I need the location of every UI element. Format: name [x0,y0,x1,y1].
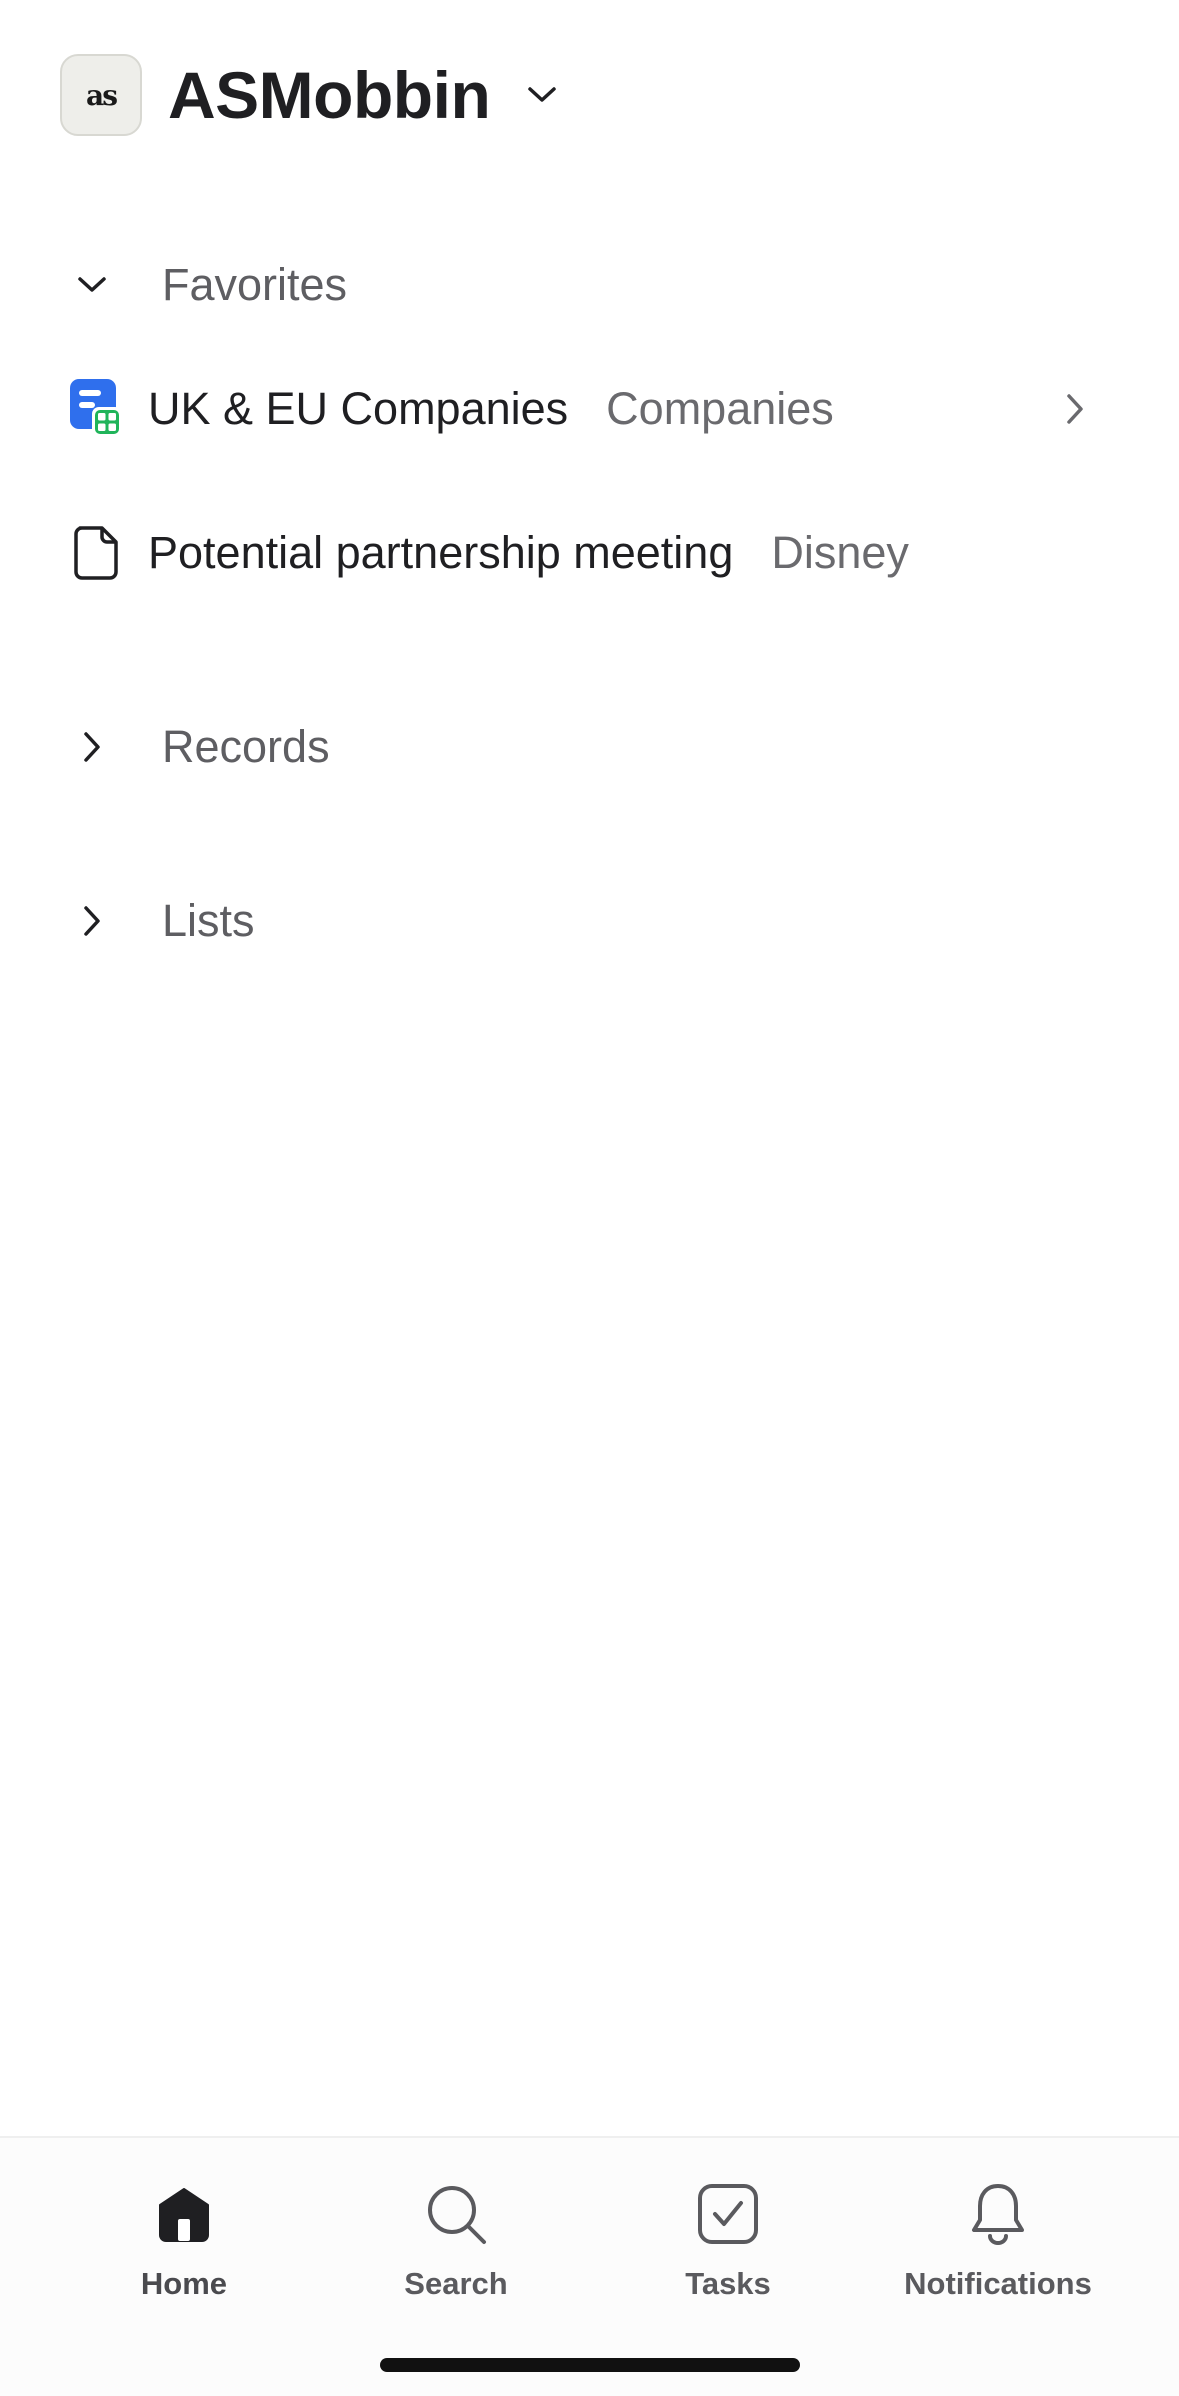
tab-label: Tasks [685,2266,771,2301]
favorite-item-title: UK & EU Companies [148,383,569,434]
favorite-item-subtitle: Disney [771,527,909,578]
favorite-item-subtitle: Companies [606,383,834,434]
tab-label: Home [140,2266,228,2301]
home-indicator [380,2358,800,2372]
chevron-right-icon[interactable] [72,901,112,941]
section-records-header[interactable]: Records [72,712,330,782]
bell-icon [958,2174,1038,2254]
favorite-item-partnership-meeting[interactable]: Potential partnership meeting Disney [68,508,1119,598]
tab-search[interactable]: Search [336,2174,576,2302]
tasks-icon [688,2174,768,2254]
section-lists-header[interactable]: Lists [72,886,255,956]
section-favorites-header[interactable]: Favorites [72,250,347,320]
chevron-right-icon[interactable] [1055,389,1095,429]
chevron-down-icon[interactable] [72,265,112,305]
document-icon [68,521,124,585]
workspace-name: ASMobbin [168,58,491,132]
home-icon [144,2174,224,2254]
chevron-right-icon[interactable] [72,727,112,767]
workspace-logo-text: as [86,78,118,112]
tab-bar: Home Search Tasks Notifications [0,2136,1179,2396]
app-screen: as ASMobbin Favorites UK & EU Companies … [0,0,1179,2396]
favorite-item-uk-eu-companies[interactable]: UK & EU Companies Companies [68,364,1119,454]
section-lists-label: Lists [162,895,255,946]
section-favorites-label: Favorites [162,259,348,310]
workspace-logo: as [60,54,142,136]
tab-label: Notifications [904,2266,1092,2301]
tab-notifications[interactable]: Notifications [878,2174,1118,2302]
tab-home[interactable]: Home [64,2174,304,2302]
chevron-down-icon[interactable] [524,77,560,113]
tab-label: Search [404,2266,508,2301]
tab-tasks[interactable]: Tasks [608,2174,848,2302]
search-icon [416,2174,496,2254]
favorite-item-title: Potential partnership meeting [148,527,734,578]
list-companies-icon [68,377,124,441]
workspace-switcher[interactable]: as ASMobbin [60,52,560,138]
section-records-label: Records [162,721,330,772]
